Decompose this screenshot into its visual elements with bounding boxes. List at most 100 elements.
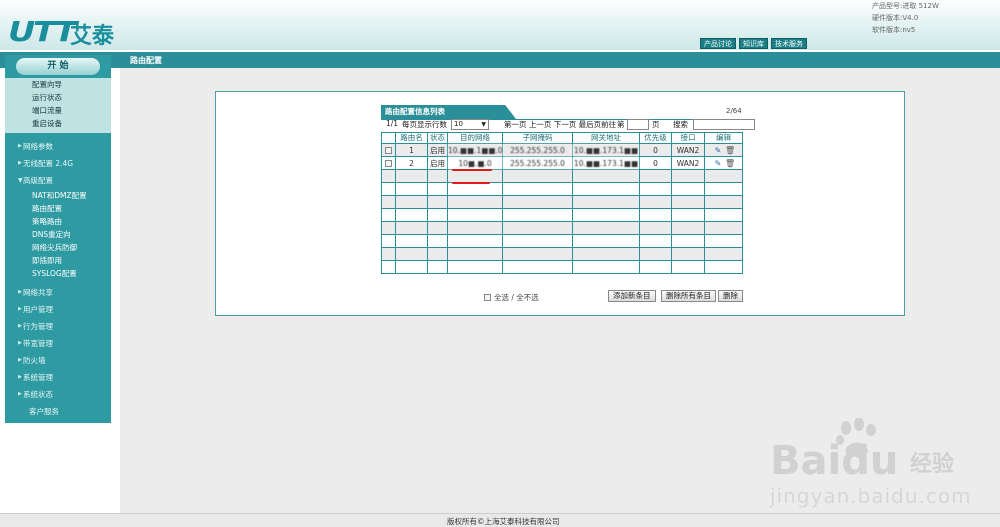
goto-page-input[interactable] xyxy=(627,119,649,130)
watermark-brand: Baidu xyxy=(770,438,899,484)
sidebar-item-advanced[interactable]: ▼ 高级配置 xyxy=(5,172,111,189)
empty-row xyxy=(381,260,743,274)
edit-icon[interactable]: ✎ xyxy=(714,159,722,168)
link-knowledge-base[interactable]: 知识库 xyxy=(739,38,768,49)
chevron-right-icon: ▶ xyxy=(18,391,22,397)
sidebar-item-system-status[interactable]: ▶ 系统状态 xyxy=(5,386,111,403)
route-panel: 路由配置信息列表 2/64 1/1 每页显示行数 10 ▼ 第一页 上一页 下一… xyxy=(215,91,905,316)
search-input[interactable] xyxy=(693,119,755,130)
rows-per-page-label: 每页显示行数 xyxy=(402,120,447,129)
route-status: 启用 xyxy=(427,156,448,170)
delete-button[interactable]: 删除 xyxy=(718,290,743,302)
sidebar-item-label: 高级配置 xyxy=(23,176,53,185)
row-checkbox[interactable] xyxy=(385,147,392,154)
sidebar-item-behavior[interactable]: ▶ 行为管理 xyxy=(5,318,111,335)
col-destination[interactable]: 目的网络 xyxy=(447,132,503,144)
quick-reboot[interactable]: 重启设备 xyxy=(5,117,111,130)
chevron-right-icon: ▶ xyxy=(18,374,22,380)
chevron-right-icon: ▶ xyxy=(18,357,22,363)
add-entry-button[interactable]: 添加新条目 xyxy=(608,290,656,302)
col-status[interactable]: 状态 xyxy=(427,132,448,144)
route-name: 2 xyxy=(395,156,428,170)
sidebar-menu: ▶ 网络参数 ▶ 无线配置 2.4G ▼ 高级配置 NAT和DMZ配置 路由配置… xyxy=(5,138,111,420)
route-name: 1 xyxy=(395,143,428,157)
sidebar-sub-route[interactable]: 路由配置 xyxy=(5,202,111,215)
page-nav-links[interactable]: 第一页 上一页 下一页 最后页 xyxy=(504,119,601,130)
chevron-right-icon: ▶ xyxy=(18,323,22,329)
search-label: 搜索 xyxy=(673,120,688,129)
col-priority[interactable]: 优先级 xyxy=(639,132,672,144)
chevron-down-icon: ▼ xyxy=(481,121,486,128)
row-checkbox[interactable] xyxy=(385,160,392,167)
delete-all-button[interactable]: 删除所有条目 xyxy=(661,290,716,302)
route-mask: 255.255.255.0 xyxy=(502,156,573,170)
trash-icon[interactable]: 🗑 xyxy=(725,159,735,168)
sidebar-item-bandwidth[interactable]: ▶ 带宽管理 xyxy=(5,335,111,352)
sidebar-item-users[interactable]: ▶ 用户管理 xyxy=(5,301,111,318)
watermark-url: jingyan.baidu.com xyxy=(770,484,972,508)
sidebar-item-label: 行为管理 xyxy=(23,322,53,331)
list-title-tab: 路由配置信息列表 xyxy=(381,105,516,119)
empty-row xyxy=(381,182,743,196)
link-product-discussion[interactable]: 产品讨论 xyxy=(700,38,736,49)
empty-row xyxy=(381,221,743,235)
header: UTT 艾泰 产品型号:进取 512W 硬件版本:V4.0 软件版本:nv5 产… xyxy=(0,0,1000,50)
empty-row xyxy=(381,247,743,261)
red-annotation-underline xyxy=(452,182,490,184)
sidebar-item-label: 防火墙 xyxy=(23,356,46,365)
table-header-row: 路由名 状态 目的网络 子网掩码 网关地址 优先级 接口 编辑 xyxy=(381,132,743,144)
route-priority: 0 xyxy=(639,156,672,170)
sidebar-item-system[interactable]: ▶ 系统管理 xyxy=(5,369,111,386)
start-button[interactable]: 开 始 xyxy=(16,58,100,75)
quick-port-traffic[interactable]: 端口流量 xyxy=(5,104,111,117)
quick-run-status[interactable]: 运行状态 xyxy=(5,91,111,104)
pager: 1/1 每页显示行数 10 ▼ 第一页 上一页 下一页 最后页 前往 第 页 搜… xyxy=(386,119,755,131)
sidebar-sub-dns-redirect[interactable]: DNS重定向 xyxy=(5,228,111,241)
col-route-name[interactable]: 路由名 xyxy=(395,132,428,144)
sidebar-sub-defense[interactable]: 网络尖兵防御 xyxy=(5,241,111,254)
empty-row xyxy=(381,195,743,209)
hardware-version: 硬件版本:V4.0 xyxy=(872,14,919,22)
col-gateway[interactable]: 网关地址 xyxy=(572,132,640,144)
empty-row xyxy=(381,234,743,248)
sidebar-item-label: 带宽管理 xyxy=(23,339,53,348)
quick-setup-wizard[interactable]: 配置向导 xyxy=(5,78,111,91)
sidebar-item-sharing[interactable]: ▶ 网络共享 xyxy=(5,284,111,301)
route-destination: 10■.■.0 xyxy=(447,156,503,170)
table-row: 2 启用 10■.■.0 255.255.255.0 10.■■.173.1■■… xyxy=(381,156,743,170)
sidebar-sub-nat-dmz[interactable]: NAT和DMZ配置 xyxy=(5,189,111,202)
route-gateway: 10.■■.173.1■■ xyxy=(572,156,640,170)
sidebar-item-network[interactable]: ▶ 网络参数 xyxy=(5,138,111,155)
select-all-checkbox[interactable] xyxy=(484,294,491,301)
copyright: 版权所有©上海艾泰科技有限公司 xyxy=(447,517,560,526)
route-status: 启用 xyxy=(427,143,448,157)
sidebar-item-customer-service[interactable]: 客户服务 xyxy=(5,403,111,420)
sidebar-sub-policy-route[interactable]: 策略路由 xyxy=(5,215,111,228)
route-interface: WAN2 xyxy=(671,156,705,170)
product-info: 产品型号:进取 512W 硬件版本:V4.0 软件版本:nv5 xyxy=(872,0,1000,36)
chevron-right-icon: ▶ xyxy=(18,160,22,166)
edit-icon[interactable]: ✎ xyxy=(714,146,722,155)
select-all[interactable]: 全选 / 全不选 xyxy=(484,292,539,303)
trash-icon[interactable]: 🗑 xyxy=(725,146,735,155)
sidebar-sub-syslog[interactable]: SYSLOG配置 xyxy=(5,267,111,280)
sidebar-item-firewall[interactable]: ▶ 防火墙 xyxy=(5,352,111,369)
logo-chinese: 艾泰 xyxy=(70,24,115,49)
page-suffix: 页 xyxy=(652,120,660,129)
sidebar-sub-plug-play[interactable]: 即插即用 xyxy=(5,254,111,267)
col-interface[interactable]: 接口 xyxy=(671,132,705,144)
col-checkbox xyxy=(381,132,396,144)
link-tech-service[interactable]: 技术服务 xyxy=(771,38,807,49)
footer: 版权所有©上海艾泰科技有限公司 xyxy=(0,513,1000,527)
product-model: 产品型号:进取 512W xyxy=(872,2,939,10)
table-row: 1 启用 10.■■.1■■.0 255.255.255.0 10.■■.173… xyxy=(381,143,743,157)
col-edit: 编辑 xyxy=(704,132,743,144)
rows-per-page-select[interactable]: 10 ▼ xyxy=(451,119,489,130)
page-info: 1/1 xyxy=(386,119,399,128)
route-mask: 255.255.255.0 xyxy=(502,143,573,157)
baidu-watermark: Baidu 经验 jingyan.baidu.com xyxy=(770,418,990,508)
col-subnet-mask[interactable]: 子网掩码 xyxy=(502,132,573,144)
sidebar-item-wireless[interactable]: ▶ 无线配置 2.4G xyxy=(5,155,111,172)
watermark-brand-cn: 经验 xyxy=(910,452,955,477)
route-table: 路由名 状态 目的网络 子网掩码 网关地址 优先级 接口 编辑 1 启用 10.… xyxy=(381,132,743,274)
